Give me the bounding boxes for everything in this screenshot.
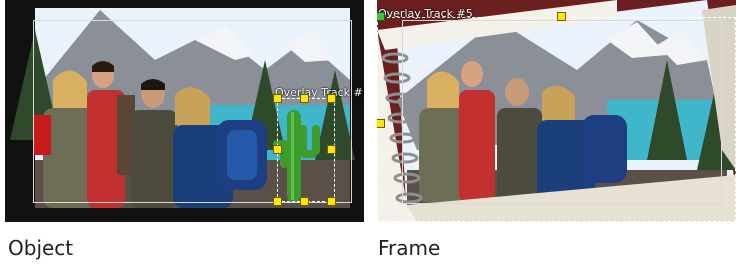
resize-handle-bottom-right[interactable]: [327, 197, 336, 206]
selection-box[interactable]: [377, 17, 736, 222]
caption-object: Object: [8, 236, 74, 260]
resize-handle-middle-right[interactable]: [327, 145, 336, 154]
resize-handle-middle-left[interactable]: [377, 119, 385, 128]
rotate-handle[interactable]: [377, 12, 385, 21]
preview-object[interactable]: Overlay Track #1: [5, 0, 364, 222]
resize-handle-middle-left[interactable]: [273, 145, 282, 154]
resize-handle-bottom-left[interactable]: [273, 197, 282, 206]
resize-handle-top-left[interactable]: [273, 94, 282, 103]
preview-frame[interactable]: Overlay Track #5: [377, 0, 736, 222]
overlay-track-label: Overlay Track #5: [378, 7, 473, 20]
resize-handle-top-right[interactable]: [327, 94, 336, 103]
caption-frame: Frame: [378, 236, 441, 260]
resize-handle-top-center[interactable]: [557, 12, 566, 21]
resize-handle-bottom-center[interactable]: [300, 197, 309, 206]
resize-handle-top-center[interactable]: [300, 94, 309, 103]
